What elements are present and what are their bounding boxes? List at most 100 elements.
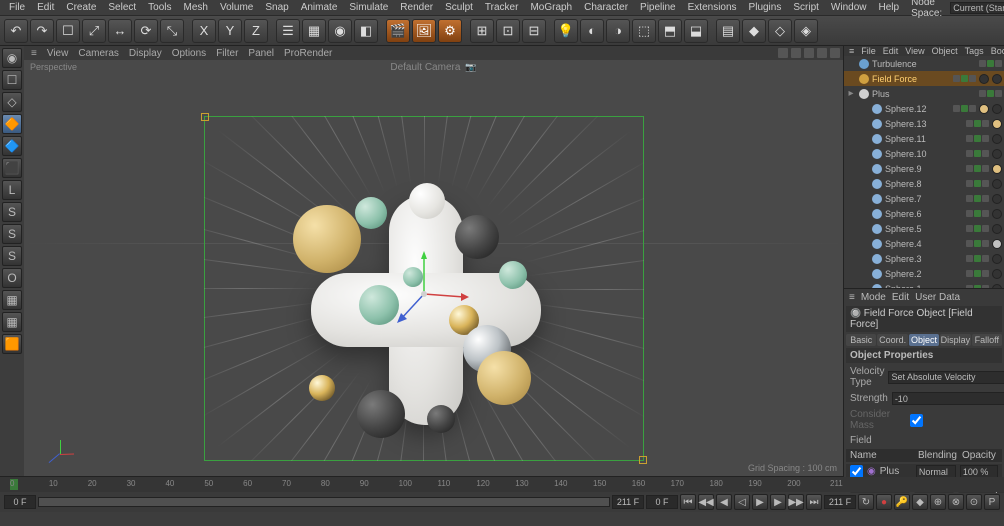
om-menu-bookmar[interactable]: Bookmar (988, 46, 1004, 56)
tl-end-frame[interactable] (612, 495, 644, 509)
toolbar-btn-4[interactable]: ↔ (108, 19, 132, 43)
object-row-sphere-8[interactable]: Sphere.8 (844, 176, 1004, 191)
left-tool-2[interactable]: ◇ (2, 92, 22, 112)
attr-tab-falloff[interactable]: Falloff (972, 334, 1002, 346)
object-row-sphere-12[interactable]: Sphere.12 (844, 101, 1004, 116)
toolbar-btn-35[interactable]: ◈ (794, 19, 818, 43)
consider-mass-checkbox[interactable] (910, 414, 923, 427)
toolbar-btn-6[interactable]: ⤡ (160, 19, 184, 43)
toolbar-btn-27[interactable]: ◑ (606, 19, 630, 43)
toolbar-btn-13[interactable]: ▦ (302, 19, 326, 43)
menu-tracker[interactable]: Tracker (480, 1, 524, 14)
tl-range-end[interactable] (824, 495, 856, 509)
object-row-sphere-4[interactable]: Sphere.4 (844, 236, 1004, 251)
toolbar-btn-18[interactable]: 🖼 (412, 19, 436, 43)
tl-record[interactable]: ● (876, 494, 892, 510)
om-menu-file[interactable]: File (858, 46, 879, 56)
tl-key-pos[interactable]: ⊕ (930, 494, 946, 510)
toolbar-btn-1[interactable]: ↷ (30, 19, 54, 43)
left-tool-7[interactable]: S (2, 202, 22, 222)
object-row-sphere-2[interactable]: Sphere.2 (844, 266, 1004, 281)
menu-help[interactable]: Help (874, 1, 905, 14)
toolbar-btn-25[interactable]: 💡 (554, 19, 578, 43)
vp-icon-1[interactable] (791, 48, 801, 58)
toolbar-btn-33[interactable]: ◆ (742, 19, 766, 43)
attr-menu-user data[interactable]: User Data (915, 292, 960, 303)
toolbar-btn-29[interactable]: ⬒ (658, 19, 682, 43)
object-row-sphere-6[interactable]: Sphere.6 (844, 206, 1004, 221)
menu-pipeline[interactable]: Pipeline (635, 1, 681, 14)
tl-next-frame[interactable]: ▶ (770, 494, 786, 510)
toolbar-btn-34[interactable]: ◇ (768, 19, 792, 43)
vp-menu-options[interactable]: Options (168, 48, 210, 59)
attr-tab-coord[interactable]: Coord. (877, 334, 907, 346)
object-row-field force[interactable]: Field Force (844, 71, 1004, 86)
menu-script[interactable]: Script (788, 1, 824, 14)
menu-select[interactable]: Select (103, 1, 141, 14)
vp-icon-4[interactable] (830, 48, 840, 58)
toolbar-btn-8[interactable]: X (192, 19, 216, 43)
menu-simulate[interactable]: Simulate (344, 1, 393, 14)
toolbar-btn-0[interactable]: ↶ (4, 19, 28, 43)
tl-prev-frame[interactable]: ◀ (716, 494, 732, 510)
vp-icon-0[interactable] (778, 48, 788, 58)
left-tool-5[interactable]: ⬛ (2, 158, 22, 178)
left-tool-1[interactable]: ☐ (2, 70, 22, 90)
tl-goto-start[interactable]: ⏮ (680, 494, 696, 510)
attr-menu-mode[interactable]: Mode (861, 292, 886, 303)
menu-volume[interactable]: Volume (215, 1, 258, 14)
toolbar-btn-32[interactable]: ▤ (716, 19, 740, 43)
vp-icon-3[interactable] (817, 48, 827, 58)
vp-menu-view[interactable]: View (43, 48, 73, 59)
tl-key-scale[interactable]: ⊙ (966, 494, 982, 510)
vp-menu-prorender[interactable]: ProRender (280, 48, 336, 59)
tl-key-param[interactable]: P (984, 494, 1000, 510)
object-row-turbulence[interactable]: Turbulence (844, 56, 1004, 71)
object-row-sphere-3[interactable]: Sphere.3 (844, 251, 1004, 266)
object-row-sphere-5[interactable]: Sphere.5 (844, 221, 1004, 236)
object-row-sphere-1[interactable]: Sphere.1 (844, 281, 1004, 288)
tl-play[interactable]: ▶ (752, 494, 768, 510)
toolbar-btn-21[interactable]: ⊞ (470, 19, 494, 43)
timeline-ruler[interactable]: 0102030405060708090100110120130140150160… (0, 477, 1004, 492)
left-tool-9[interactable]: S (2, 246, 22, 266)
object-row-plus[interactable]: ▸Plus (844, 86, 1004, 101)
left-tool-0[interactable]: ◉ (2, 48, 22, 68)
left-tool-13[interactable]: 🟧 (2, 334, 22, 354)
vp-icon-2[interactable] (804, 48, 814, 58)
menu-character[interactable]: Character (579, 1, 633, 14)
toolbar-btn-5[interactable]: ⟳ (134, 19, 158, 43)
menu-animate[interactable]: Animate (296, 1, 343, 14)
toolbar-btn-12[interactable]: ☰ (276, 19, 300, 43)
object-manager[interactable]: TurbulenceField Force▸PlusSphere.12 Spher… (844, 56, 1004, 288)
menu-plugins[interactable]: Plugins (744, 1, 787, 14)
menu-mograph[interactable]: MoGraph (525, 1, 577, 14)
attr-tab-display[interactable]: Display (940, 334, 970, 346)
object-row-sphere-11[interactable]: Sphere.11 (844, 131, 1004, 146)
toolbar-btn-28[interactable]: ⬚ (632, 19, 656, 43)
attr-tab-object[interactable]: Object (909, 334, 939, 346)
vp-menu-panel[interactable]: Panel (244, 48, 278, 59)
velocity-type-input[interactable] (888, 371, 1004, 384)
toolbar-btn-23[interactable]: ⊟ (522, 19, 546, 43)
transform-gizmo[interactable] (379, 249, 469, 339)
tl-step-back[interactable]: ◀◀ (698, 494, 714, 510)
toolbar-btn-14[interactable]: ◉ (328, 19, 352, 43)
menu-file[interactable]: File (4, 1, 30, 14)
menu-render[interactable]: Render (395, 1, 438, 14)
tl-range-slider[interactable] (38, 497, 610, 507)
attr-menu-≡[interactable]: ≡ (849, 292, 855, 303)
om-menu-≡[interactable]: ≡ (846, 46, 857, 56)
tl-key-rot[interactable]: ⊗ (948, 494, 964, 510)
tl-autokey[interactable]: 🔑 (894, 494, 910, 510)
toolbar-btn-15[interactable]: ◧ (354, 19, 378, 43)
toolbar-btn-17[interactable]: 🎬 (386, 19, 410, 43)
attr-menu-edit[interactable]: Edit (892, 292, 909, 303)
toolbar-btn-9[interactable]: Y (218, 19, 242, 43)
tl-play-back[interactable]: ◁ (734, 494, 750, 510)
toolbar-btn-10[interactable]: Z (244, 19, 268, 43)
object-row-sphere-10[interactable]: Sphere.10 (844, 146, 1004, 161)
left-tool-10[interactable]: O (2, 268, 22, 288)
left-tool-12[interactable]: ▦ (2, 312, 22, 332)
om-menu-edit[interactable]: Edit (880, 46, 902, 56)
